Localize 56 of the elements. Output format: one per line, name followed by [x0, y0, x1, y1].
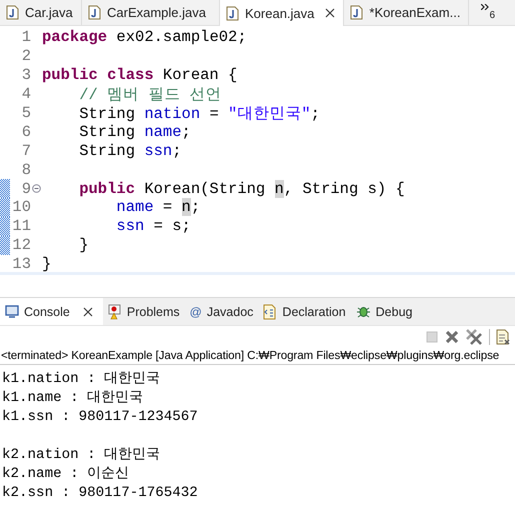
- line-number: 1: [20, 28, 31, 46]
- line-number: 12: [11, 236, 31, 254]
- line-number: 9: [20, 180, 31, 198]
- java-file-icon: [88, 5, 101, 20]
- editor-tab[interactable]: Korean.java: [220, 0, 344, 26]
- view-tab[interactable]: Console: [0, 298, 103, 325]
- code-line: String ssn;: [78, 142, 182, 160]
- declaration-icon: [263, 304, 278, 320]
- view-tab[interactable]: Problems: [102, 298, 185, 325]
- code-line: String name;: [78, 122, 191, 141]
- close-icon[interactable]: [82, 306, 93, 316]
- console-line: k2.ssn : 980117-1765432: [2, 484, 199, 503]
- line-number: 5: [20, 104, 31, 122]
- bug-icon: [356, 304, 371, 319]
- editor-tab[interactable]: Car.java: [0, 0, 82, 25]
- console-line: k2.nation : 대한민국: [2, 446, 162, 465]
- console-line: k1.ssn : 980117-1234567: [2, 408, 199, 427]
- line-number: 13: [11, 255, 31, 274]
- console-line: k1.nation : 대한민국: [2, 370, 162, 389]
- code-line: public Korean(String n, String s) {: [78, 180, 405, 198]
- view-tab[interactable]: @ Javadoc: [184, 298, 258, 325]
- code-line: String nation = "대한민국";: [78, 104, 320, 124]
- java-file-icon: [6, 5, 19, 20]
- line-number: 2: [20, 47, 31, 66]
- clear-console-icon[interactable]: [496, 329, 511, 345]
- code-line: public class Korean {: [42, 66, 238, 84]
- console-header: <terminated> KoreanExample [Java Application] C:₩Program Files₩eclipse₩plugins₩org.eclipse: [0, 348, 515, 365]
- console-line: k2.name : 이순신: [2, 465, 130, 484]
- close-icon[interactable]: [325, 8, 336, 18]
- line-number: 8: [20, 160, 31, 179]
- code-line: // 멤버 필드 선언: [78, 84, 222, 105]
- view-tab[interactable]: Declaration: [258, 298, 351, 325]
- monitor-icon: [5, 305, 19, 318]
- code-line: ssn = s;: [115, 217, 191, 236]
- editor-tab[interactable]: *KoreanExam...: [344, 0, 470, 25]
- remove-all-icon[interactable]: [465, 329, 483, 345]
- code-line: }: [78, 236, 89, 254]
- chevron-icon[interactable]: [481, 4, 490, 10]
- line-number: 6: [20, 122, 31, 141]
- line-number: 10: [11, 198, 31, 216]
- java-file-icon: [226, 6, 239, 20]
- code-line: package ex02.sample02;: [42, 28, 247, 46]
- view-tab[interactable]: Debug: [350, 298, 418, 325]
- java-file-icon: [350, 5, 364, 20]
- code-line: name = n;: [115, 198, 200, 216]
- collapse-icon[interactable]: [32, 184, 41, 194]
- remove-icon[interactable]: [445, 330, 459, 344]
- line-number: 7: [20, 142, 31, 160]
- line-number: 3: [20, 66, 31, 84]
- problems-icon: [108, 304, 122, 320]
- code-line: }: [42, 255, 52, 274]
- at-sign-icon: @: [190, 304, 202, 318]
- line-number: 4: [20, 85, 31, 104]
- console-line: k1.name : 대한민국: [2, 389, 144, 408]
- line-number: 11: [11, 217, 31, 236]
- overflow-count[interactable]: 6: [489, 10, 495, 21]
